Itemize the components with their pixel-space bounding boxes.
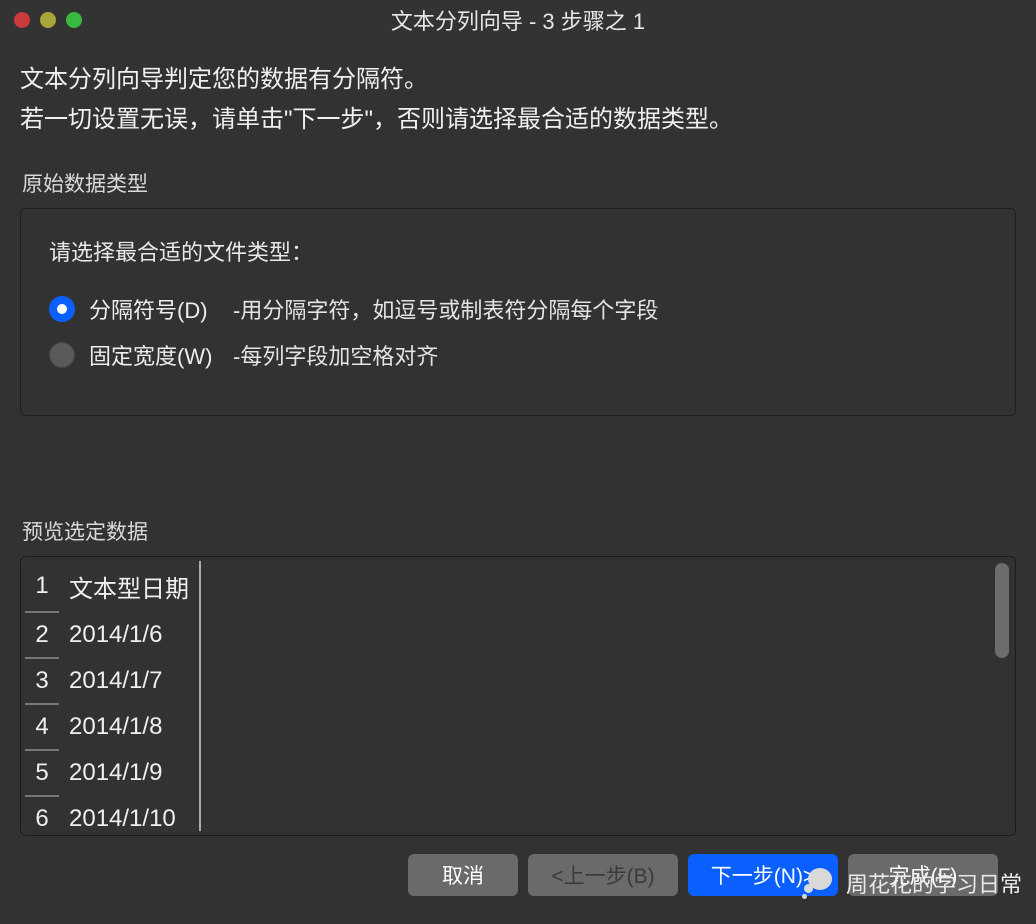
cell-value: 2014/1/7 (59, 658, 200, 704)
cell-value: 文本型日期 (59, 561, 200, 612)
cell-value: 2014/1/6 (59, 612, 200, 658)
next-button[interactable]: 下一步(N)> (688, 854, 838, 896)
table-row: 4 2014/1/8 (25, 704, 200, 750)
radio-fixed-width-label: 固定宽度(W) (89, 339, 219, 371)
preview-label: 预览选定数据 (20, 516, 1016, 546)
table-row: 3 2014/1/7 (25, 658, 200, 704)
preview-box: 1 文本型日期 2 2014/1/6 3 2014/1/7 4 2014/1/8 (20, 556, 1016, 836)
cell-value: 2014/1/10 (59, 796, 200, 831)
cell-value: 2014/1/8 (59, 704, 200, 750)
zoom-window-button[interactable] (66, 12, 82, 28)
titlebar: 文本分列向导 - 3 步骤之 1 (0, 0, 1036, 40)
original-data-type-label: 原始数据类型 (20, 168, 1016, 198)
radio-fixed-width-row[interactable]: 固定宽度(W) -每列字段加空格对齐 (49, 339, 987, 371)
intro-line-2: 若一切设置无误，请单击"下一步"，否则请选择最合适的数据类型。 (20, 100, 1016, 140)
wizard-content: 文本分列向导判定您的数据有分隔符。 若一切设置无误，请单击"下一步"，否则请选择… (0, 40, 1036, 896)
intro-text: 文本分列向导判定您的数据有分隔符。 若一切设置无误，请单击"下一步"，否则请选择… (20, 60, 1016, 140)
radio-delimited-desc: -用分隔字符，如逗号或制表符分隔每个字段 (233, 293, 658, 325)
scroll-thumb[interactable] (995, 563, 1009, 658)
row-number: 6 (25, 796, 59, 831)
row-number: 1 (25, 561, 59, 612)
original-data-type-group: 请选择最合适的文件类型： 分隔符号(D) -用分隔字符，如逗号或制表符分隔每个字… (20, 208, 1016, 416)
table-row: 1 文本型日期 (25, 561, 200, 612)
close-window-button[interactable] (14, 12, 30, 28)
table-row: 2 2014/1/6 (25, 612, 200, 658)
file-type-prompt: 请选择最合适的文件类型： (49, 235, 987, 267)
back-button: <上一步(B) (528, 854, 678, 896)
row-number: 5 (25, 750, 59, 796)
radio-fixed-width-desc: -每列字段加空格对齐 (233, 339, 438, 371)
radio-delimited-label: 分隔符号(D) (89, 293, 219, 325)
radio-delimited[interactable] (49, 296, 75, 322)
window-controls (14, 12, 82, 28)
intro-line-1: 文本分列向导判定您的数据有分隔符。 (20, 60, 1016, 100)
minimize-window-button[interactable] (40, 12, 56, 28)
cell-value: 2014/1/9 (59, 750, 200, 796)
row-number: 4 (25, 704, 59, 750)
preview-section: 预览选定数据 1 文本型日期 2 2014/1/6 3 2014/1/7 (20, 516, 1016, 836)
preview-table-wrap: 1 文本型日期 2 2014/1/6 3 2014/1/7 4 2014/1/8 (25, 561, 993, 831)
table-row: 6 2014/1/10 (25, 796, 200, 831)
preview-scrollbar[interactable] (993, 561, 1011, 831)
row-number: 3 (25, 658, 59, 704)
button-bar: 取消 <上一步(B) 下一步(N)> 完成(F) (20, 836, 1016, 896)
radio-delimited-row[interactable]: 分隔符号(D) -用分隔字符，如逗号或制表符分隔每个字段 (49, 293, 987, 325)
radio-fixed-width[interactable] (49, 342, 75, 368)
table-row: 5 2014/1/9 (25, 750, 200, 796)
finish-button[interactable]: 完成(F) (848, 854, 998, 896)
preview-table: 1 文本型日期 2 2014/1/6 3 2014/1/7 4 2014/1/8 (25, 561, 201, 831)
window-title: 文本分列向导 - 3 步骤之 1 (0, 4, 1036, 36)
row-number: 2 (25, 612, 59, 658)
cancel-button[interactable]: 取消 (408, 854, 518, 896)
